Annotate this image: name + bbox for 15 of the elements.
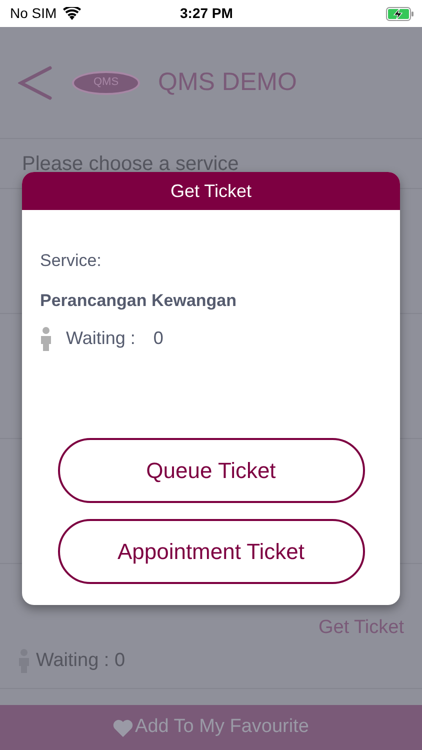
ticket-button[interactable]: Appointment Ticket <box>58 519 364 584</box>
time-label: 3:27 PM <box>180 4 233 23</box>
service-prompt: Please choose a service <box>22 152 239 176</box>
person-icon <box>40 326 52 350</box>
waiting-count: Waiting : 0 <box>36 648 126 672</box>
wifi-icon <box>62 7 81 20</box>
carrier-label: No SIM <box>10 4 57 23</box>
service-label: Service: <box>40 250 102 272</box>
waiting-value: 0 <box>153 327 164 350</box>
dialog-title: Get Ticket <box>170 180 252 202</box>
heart-icon <box>113 718 134 736</box>
service-name: Perancangan Kewangan <box>40 290 238 312</box>
ticket-button[interactable]: Queue Ticket <box>58 438 364 503</box>
back-icon[interactable] <box>18 66 52 100</box>
waiting-label: Waiting : <box>66 327 136 350</box>
